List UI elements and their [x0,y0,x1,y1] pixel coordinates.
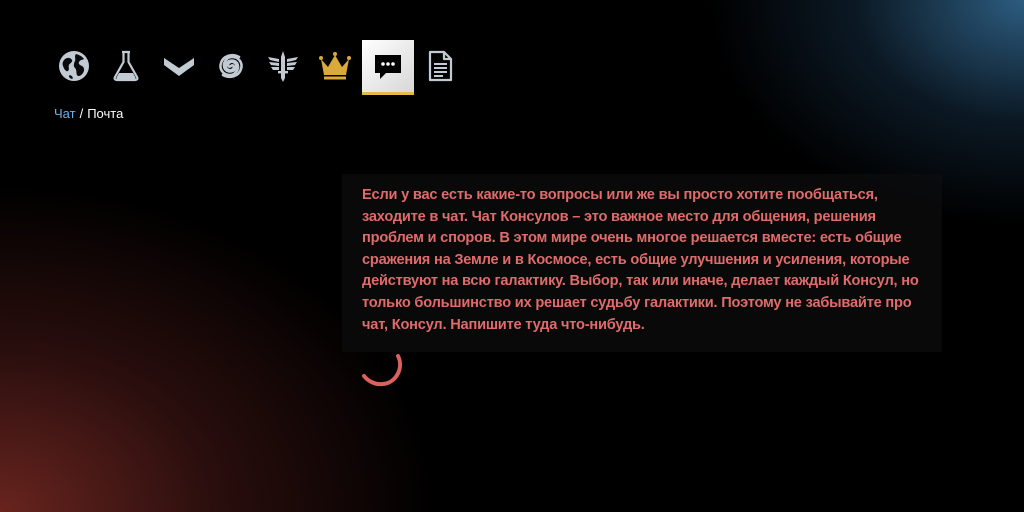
breadcrumb-separator: / [79,105,84,121]
globe-icon [59,51,90,81]
toolbar-button-chat[interactable] [361,40,415,95]
loading-spinner-icon [362,354,403,387]
document-icon [428,50,452,82]
chevron-rank-icon [163,58,194,76]
crown-icon [319,52,352,80]
toolbar-button-science[interactable] [100,40,152,92]
spiral-galaxy-icon [219,53,243,79]
chat-bubble-icon [374,55,401,79]
info-message-text: Если у вас есть какие-то вопросы или же … [362,187,919,333]
flask-icon [113,50,139,82]
breadcrumb-chat-link[interactable]: Чат [54,106,76,121]
info-message-panel: Если у вас есть какие-то вопросы или же … [342,174,942,352]
toolbar-button-documents[interactable] [414,40,466,92]
toolbar-button-military[interactable] [257,40,309,92]
breadcrumb: Чат / Почта [48,100,130,126]
toolbar-button-rank[interactable] [153,40,205,92]
toolbar-button-planet[interactable] [48,40,100,92]
toolbar-button-ranking[interactable] [309,40,361,92]
breadcrumb-current: Почта [87,105,124,121]
winged-sword-icon [268,51,299,82]
toolbar-button-galaxy[interactable] [205,40,257,92]
top-toolbar [48,40,466,95]
